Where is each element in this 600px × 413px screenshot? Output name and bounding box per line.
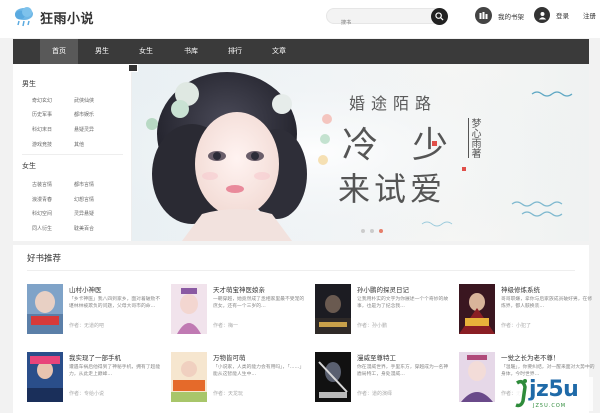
book-item[interactable]: 我实现了一部手机 遭遇车祸后他得到了神秘手机，拥有了超能力，从此走上巅峰… 作者… bbox=[27, 352, 167, 407]
category-link[interactable]: 浪漫青春 bbox=[32, 196, 52, 203]
category-link[interactable]: 幻想言情 bbox=[74, 196, 94, 203]
watermark-text: jz5u bbox=[529, 377, 579, 402]
site-watermark: jz5u JZ5U.COM bbox=[513, 377, 593, 411]
header: 狂雨小说 我的书架 登录 注 bbox=[0, 0, 600, 38]
book-cover[interactable] bbox=[171, 352, 207, 402]
book-cover[interactable] bbox=[27, 284, 63, 334]
bookshelf-link[interactable]: 我的书架 bbox=[475, 7, 524, 24]
book-item[interactable]: 天才萌宝神医娘亲 一朝穿越，她竟然成了丞相家里最不受宠的庶女。还有一个三岁的… … bbox=[171, 284, 311, 339]
watermark-sub: JZ5U.COM bbox=[533, 403, 567, 409]
book-description: 「乡卡神医」我八四到家乡，面对着破败不堪林林被欺负的问题，父母大哥市的命… bbox=[69, 297, 161, 309]
nav-item-female[interactable]: 女生 bbox=[127, 39, 165, 64]
book-title[interactable]: 一觉之长为老不尊！ bbox=[501, 352, 560, 362]
book-author: 作者：小犯了 bbox=[501, 323, 532, 329]
nav-item-library[interactable]: 书库 bbox=[172, 39, 210, 64]
book-item[interactable]: 万物皆可萌 「小说家，人类的能力会有用吗」，「……」能从这智能人生中… 作者：天… bbox=[171, 352, 311, 407]
book-author: 作者：无道的吧 bbox=[69, 323, 105, 329]
category-link[interactable]: 游戏竞技 bbox=[32, 141, 52, 148]
nav-item-male[interactable]: 男生 bbox=[83, 39, 121, 64]
section-title: 好书推荐 bbox=[27, 254, 62, 264]
book-description: 「小说家，人类的能力会有用吗」，「……」能从这智能人生中… bbox=[213, 365, 305, 377]
banner-title-line1: 冷少 bbox=[342, 125, 483, 166]
book-title[interactable]: 万物皆可萌 bbox=[213, 352, 246, 362]
category-link[interactable]: 同人衍生 bbox=[32, 225, 52, 232]
category-link[interactable]: 科幻末日 bbox=[32, 126, 52, 133]
book-author: 作者：天龙玩 bbox=[213, 391, 244, 397]
nav-item-ranking[interactable]: 排行 bbox=[216, 39, 254, 64]
category-link[interactable]: 其他 bbox=[74, 141, 84, 148]
category-link[interactable]: 古装言情 bbox=[32, 181, 52, 188]
search-icon bbox=[435, 12, 444, 21]
book-cover[interactable] bbox=[459, 284, 495, 334]
category-sidebar: 男生 奇幻玄幻 武侠仙侠 历史军事 都市娱乐 科幻末日 悬疑灵异 游戏竞技 其他… bbox=[13, 64, 132, 241]
carousel-dots bbox=[361, 229, 383, 233]
book-title[interactable]: 天才萌宝神医娘亲 bbox=[213, 284, 265, 294]
site-logo[interactable]: 狂雨小说 bbox=[13, 5, 94, 29]
female-category-title[interactable]: 女生 bbox=[22, 161, 36, 171]
book-cover[interactable] bbox=[27, 352, 63, 402]
book-cover[interactable] bbox=[315, 352, 351, 402]
book-description: 哥哥职嫌，拿你与后家族成员破好男，在修炼界，都人骸换装… bbox=[501, 297, 593, 309]
banner-title-line2: 来试爱 bbox=[338, 170, 447, 208]
carousel-dot[interactable] bbox=[361, 229, 365, 233]
bookshelf-icon bbox=[475, 7, 492, 24]
banner-author: 梦心雨著 bbox=[468, 118, 480, 158]
category-link[interactable]: 武侠仙侠 bbox=[74, 97, 94, 104]
book-title[interactable]: 我实现了一部手机 bbox=[69, 352, 121, 362]
book-cover[interactable] bbox=[459, 352, 495, 402]
book-title[interactable]: 神级修炼系统 bbox=[501, 284, 540, 294]
book-description: 遭遇车祸后他得到了神秘手机，拥有了超能力，从此走上巅峰… bbox=[69, 365, 161, 377]
book-cover[interactable] bbox=[171, 284, 207, 334]
book-author: 作者：专给小说 bbox=[69, 391, 105, 397]
book-author: 作者：梅一 bbox=[213, 323, 239, 329]
cloud-rain-icon bbox=[15, 7, 33, 27]
book-cover[interactable] bbox=[315, 284, 351, 334]
book-item[interactable]: 山村小神医 「乡卡神医」我八四到家乡，面对着破败不堪林林被欺负的问题，父母大哥市… bbox=[27, 284, 167, 339]
divider bbox=[22, 154, 123, 155]
login-link[interactable]: 登录 bbox=[556, 10, 569, 20]
category-link[interactable]: 悬疑灵异 bbox=[74, 126, 94, 133]
category-link[interactable]: 灵异悬疑 bbox=[74, 210, 94, 217]
book-description: 你在漫威世界，手里东方，穿越成为一名神盾局特工，身处漫威… bbox=[357, 365, 449, 377]
user-area: 登录 注册 bbox=[534, 7, 596, 23]
divider bbox=[27, 270, 575, 271]
book-description: 一朝穿越，她竟然成了丞相家里最不受宠的庶女。还有一个三岁的… bbox=[213, 297, 305, 309]
book-author: 作者：孙小鹏 bbox=[357, 323, 388, 329]
nav-item-home[interactable]: 首页 bbox=[40, 39, 78, 64]
book-description: 让我用朴实的文字为你展述一个个奇妙的故事，也是为了纪念我… bbox=[357, 297, 449, 309]
category-link[interactable]: 都市言情 bbox=[74, 181, 94, 188]
expand-icon[interactable] bbox=[128, 64, 138, 72]
book-title[interactable]: 漫威至尊特工 bbox=[357, 352, 396, 362]
bookshelf-label: 我的书架 bbox=[498, 12, 524, 21]
nav-item-articles[interactable]: 文章 bbox=[260, 39, 298, 64]
book-item[interactable]: 漫威至尊特工 你在漫威世界，手里东方，穿越成为一名神盾局特工，身处漫威… 作者：… bbox=[315, 352, 455, 407]
hero-banner[interactable]: 婚途陌路 冷少 来试爱 梦心雨著 bbox=[132, 64, 589, 241]
carousel-dot[interactable] bbox=[370, 229, 374, 233]
recommend-section: 好书推荐 山村小神医 「乡卡神医」我八四到家乡，面对着破败不堪林林被欺负的问题，… bbox=[13, 245, 595, 413]
site-name: 狂雨小说 bbox=[40, 11, 95, 27]
category-link[interactable]: 科幻空间 bbox=[32, 210, 52, 217]
book-title[interactable]: 孙小鹏的探灵日记 bbox=[357, 284, 409, 294]
carousel-dot-active[interactable] bbox=[379, 229, 383, 233]
book-author: 作者：道的演绎 bbox=[357, 391, 393, 397]
register-link[interactable]: 注册 bbox=[583, 10, 596, 20]
book-item[interactable]: 孙小鹏的探灵日记 让我用朴实的文字为你展述一个个奇妙的故事，也是为了纪念我… 作… bbox=[315, 284, 455, 339]
category-link[interactable]: 历史军事 bbox=[32, 111, 52, 118]
search-button[interactable] bbox=[431, 8, 448, 25]
search-input[interactable] bbox=[341, 16, 436, 30]
category-link[interactable]: 耽美百合 bbox=[74, 225, 94, 232]
male-category-title[interactable]: 男生 bbox=[22, 79, 36, 89]
search-box bbox=[326, 8, 448, 30]
user-icon[interactable] bbox=[534, 7, 550, 23]
banner-subtitle: 婚途陌路 bbox=[349, 94, 438, 113]
main-nav: 首页 男生 女生 书库 排行 文章 bbox=[13, 39, 589, 64]
book-title[interactable]: 山村小神医 bbox=[69, 284, 102, 294]
category-link[interactable]: 奇幻玄幻 bbox=[32, 97, 52, 104]
book-item[interactable]: 神级修炼系统 哥哥职嫌，拿你与后家族成员破好男，在修炼界，都人骸换装… 作者：小… bbox=[459, 284, 599, 339]
category-link[interactable]: 都市娱乐 bbox=[74, 111, 94, 118]
